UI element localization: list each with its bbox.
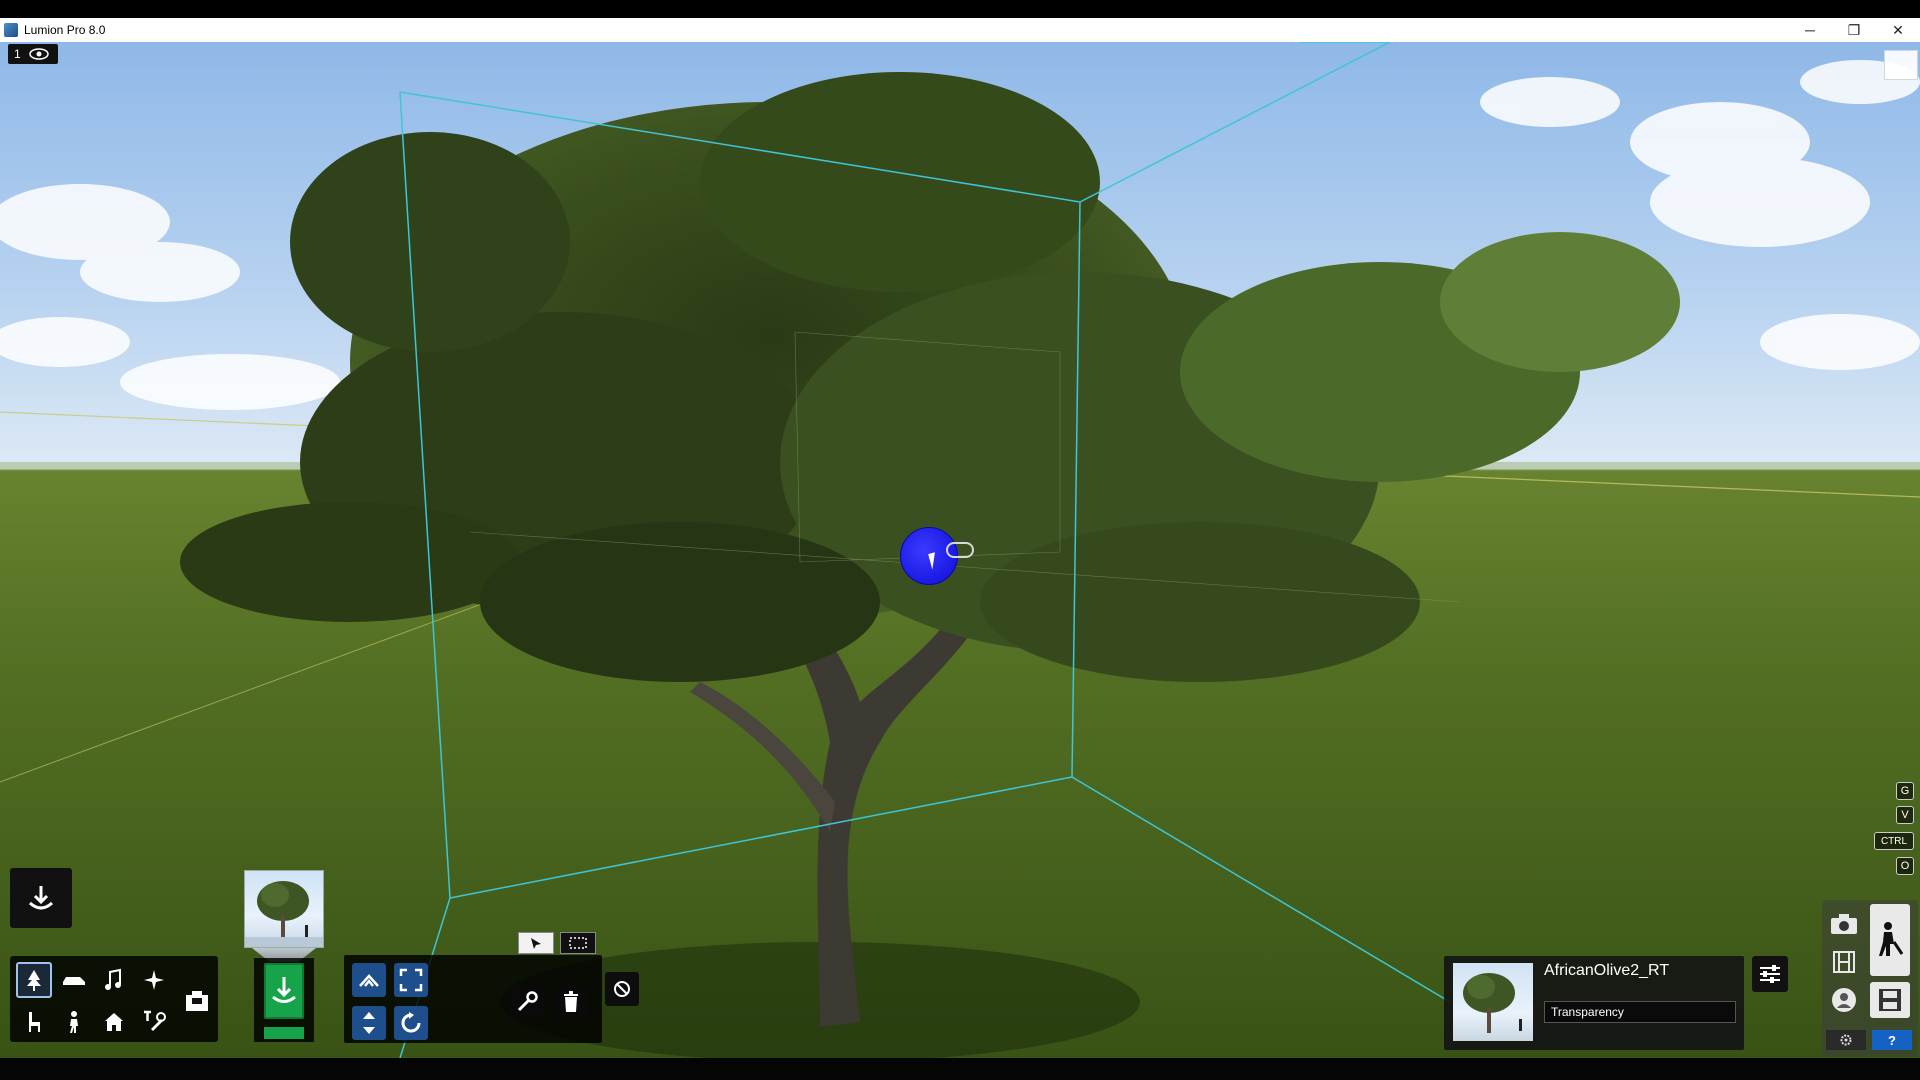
save-icon — [1879, 989, 1901, 1011]
sliders-icon — [1760, 965, 1780, 983]
place-object-button[interactable] — [10, 868, 72, 928]
import-icon — [186, 991, 208, 1011]
category-transport-button[interactable] — [56, 962, 92, 998]
select-tool-tab[interactable] — [518, 932, 554, 954]
chair-icon — [29, 1012, 40, 1032]
height-tool-button[interactable] — [352, 1006, 386, 1040]
settings-button[interactable] — [1826, 1030, 1866, 1050]
delete-object-button[interactable] — [554, 985, 588, 1019]
tree-thumbnail — [1463, 973, 1522, 1033]
key-hint-g: G — [1896, 782, 1914, 800]
object-name-label: AfricanOlive2_RT — [1544, 962, 1670, 979]
category-nature-button[interactable] — [16, 962, 52, 998]
car-icon — [63, 977, 85, 985]
build-mode-button[interactable] — [1870, 904, 1910, 976]
window-title: Lumion Pro 8.0 — [24, 23, 106, 37]
music-note-icon — [105, 968, 121, 990]
scale-tool-button[interactable] — [394, 963, 428, 997]
box-select-tool-tab[interactable] — [560, 932, 596, 954]
gear-icon — [1840, 1034, 1852, 1046]
key-hint-v: V — [1896, 806, 1914, 824]
tools-icon — [144, 1010, 166, 1031]
object-settings-button[interactable] — [1752, 956, 1788, 992]
no-icon — [614, 981, 630, 997]
app-logo-icon — [4, 23, 18, 37]
bottom-border — [0, 1058, 1920, 1080]
height-icon — [363, 1012, 375, 1034]
sparkle-icon — [144, 970, 164, 990]
restore-button[interactable]: ❐ — [1832, 18, 1876, 42]
rotate-icon — [401, 1012, 421, 1033]
rotate-tool-button[interactable] — [394, 1006, 428, 1040]
save-button[interactable] — [1870, 982, 1910, 1018]
panorama-mode-button[interactable] — [1824, 982, 1864, 1018]
place-object-icon — [28, 886, 54, 910]
category-imported-button[interactable] — [178, 982, 216, 1020]
selected-object-thumbnail — [1453, 963, 1533, 1041]
film-icon — [1833, 951, 1855, 973]
edit-properties-button[interactable] — [510, 985, 544, 1019]
close-button[interactable]: ✕ — [1876, 18, 1920, 42]
title-bar: Lumion Pro 8.0 ─ ❐ ✕ — [0, 18, 1920, 42]
category-sound-button[interactable] — [96, 962, 132, 998]
panorama-icon — [1832, 988, 1856, 1012]
scale-icon — [399, 968, 423, 992]
handle-link-icon — [946, 542, 974, 558]
movie-mode-button[interactable] — [1824, 944, 1864, 980]
key-hint-ctrl: CTRL — [1874, 832, 1914, 850]
tree-thumbnail — [245, 881, 323, 947]
move-icon — [359, 974, 379, 987]
camera-icon — [1831, 914, 1857, 934]
house-icon — [105, 1013, 123, 1031]
category-indoor-button[interactable] — [16, 1004, 52, 1040]
minimap-toggle[interactable] — [1884, 50, 1918, 80]
category-effects-button[interactable] — [136, 962, 172, 998]
library-object-thumbnail[interactable] — [244, 870, 324, 948]
wrench-icon — [517, 991, 538, 1012]
person-icon — [70, 1011, 78, 1033]
transparency-field[interactable]: Transparency — [1544, 1001, 1736, 1023]
key-hint-o: O — [1896, 857, 1914, 875]
box-select-icon — [569, 937, 587, 949]
eye-icon — [28, 48, 49, 60]
camera-badge[interactable]: 1 — [8, 44, 58, 64]
category-utilities-button[interactable] — [136, 1004, 172, 1040]
add-object-options-button[interactable] — [264, 1027, 304, 1039]
cursor-icon — [531, 938, 541, 949]
trash-icon — [564, 991, 578, 1012]
deselect-button[interactable] — [605, 972, 639, 1006]
category-people-button[interactable] — [56, 1004, 92, 1040]
add-object-icon — [272, 977, 296, 1003]
move-tool-button[interactable] — [352, 963, 386, 997]
add-object-button[interactable] — [264, 963, 304, 1019]
tree-icon — [27, 970, 41, 991]
help-button[interactable]: ? — [1872, 1030, 1912, 1050]
lumion-app-window: Lumion Pro 8.0 ─ ❐ ✕ 1 G V CTRL O Africa… — [0, 0, 1920, 1080]
category-outdoor-button[interactable] — [96, 1004, 132, 1040]
minimize-button[interactable]: ─ — [1788, 18, 1832, 42]
photo-mode-button[interactable] — [1824, 906, 1864, 942]
camera-number: 1 — [14, 47, 21, 61]
build-mode-icon — [1879, 922, 1904, 956]
